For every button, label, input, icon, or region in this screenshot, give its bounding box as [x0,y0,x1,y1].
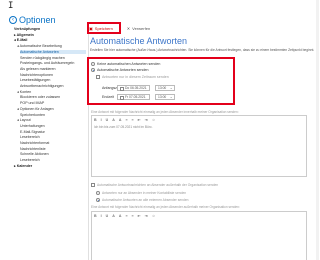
discard-button[interactable]: ✕ Verwerfen [127,26,150,31]
sidebar-item[interactable]: E-Mail-Signatur [20,130,45,134]
format-tool-icon[interactable]: U [106,214,109,218]
format-tool-icon[interactable]: ≡ [132,214,134,218]
contacts-only-label: Antworten nur an Absender in meiner Kont… [102,191,187,195]
sidebar-item[interactable]: Nachrichtenformat [20,141,49,145]
sidebar-item[interactable]: Unterhaltungen [20,124,45,128]
contacts-only-radio[interactable] [96,191,100,195]
sidebar-item[interactable]: Speicherkonten [20,113,45,117]
format-tool-icon[interactable]: ≡ [132,118,134,122]
sidebar-item[interactable]: ▸ Kalender [14,164,32,168]
sidebar-item[interactable]: ◂ Automatische Bearbeitung [17,44,62,48]
close-icon: ✕ [126,26,131,31]
editor-toolbar: B I U A A ≡ ≡ ⇤ ⇥ ☺ [94,118,155,122]
format-tool-icon[interactable]: I [101,118,102,122]
external-replies-label: Automatische Antwortnachrichten an Absen… [97,183,219,187]
text-cursor-icon: I [8,1,14,11]
sidebar-item[interactable]: ◂ E-Mail [14,38,27,42]
toolbar: ▣ Speichern ✕ Verwerfen [89,26,150,31]
internal-reply-hint: Eine Antwort mit folgender Nachricht ein… [91,110,239,114]
sidebar-item[interactable]: ◂ Optionen für Anlagen [17,107,54,111]
sidebar-item[interactable]: Schnelle Aktionen [20,152,49,156]
sidebar-item[interactable]: Lesebereich [20,135,40,139]
discard-label: Verwerfen [132,26,151,31]
sidebar-item[interactable]: Senden rückgängig machen [20,56,65,60]
external-replies-checkbox[interactable] [91,183,95,187]
format-tool-icon[interactable]: ⇤ [138,118,141,122]
sidebar-item[interactable]: Lesebereich [20,158,40,162]
section-title: Automatische Antworten [90,36,188,46]
external-reply-editor[interactable]: B I U A A ≡ ≡ ⇤ ⇥ ☺ [91,211,307,260]
format-tool-icon[interactable]: U [106,118,109,122]
sidebar-item[interactable]: Als gelesen markieren [20,67,56,71]
format-tool-icon[interactable]: ☺ [152,214,156,218]
sidebar-item[interactable]: ▸ Allgemein [14,33,34,37]
section-description: Erstellen Sie hier automatische (Außer-H… [90,48,315,52]
format-tool-icon[interactable]: ≡ [125,214,127,218]
sidebar-nav: Verknüpfungen ▸ Allgemein ◂ E-Mail ◂ Automa… [14,27,89,260]
format-tool-icon[interactable]: I [101,214,102,218]
sidebar-item[interactable]: Blockieren oder zulassen [20,95,60,99]
sidebar-item[interactable]: POP und IMAP [20,101,44,105]
format-tool-icon[interactable]: ☺ [152,118,156,122]
external-reply-hint: Eine Antwort mit folgender Nachricht ein… [91,205,240,209]
format-tool-icon[interactable]: ⇥ [145,214,148,218]
format-tool-icon[interactable]: ⇥ [145,118,148,122]
save-button[interactable]: ▣ Speichern [89,26,113,31]
page-title: Optionen [19,15,56,25]
format-tool-icon[interactable]: ≡ [125,118,127,122]
format-tool-icon[interactable]: A [119,118,122,122]
sidebar-item[interactable]: Nachrichtenliste [20,147,46,151]
format-tool-icon[interactable]: ⇤ [138,214,141,218]
sidebar-item[interactable]: Verknüpfungen [14,27,40,31]
internal-reply-editor[interactable]: B I U A A ≡ ≡ ⇤ ⇥ ☺ Ich bin bis zum 07.05.2021 ni… [91,115,307,177]
sidebar-item[interactable]: Antwortbenachrichtigungen [20,84,64,88]
all-external-radio[interactable] [96,198,100,202]
sidebar-item[interactable]: Lesebestätigungen [20,78,50,82]
floppy-disk-icon: ▣ [89,26,93,31]
highlight-settings-box [87,57,235,105]
save-label: Speichern [94,26,113,31]
sidebar-item[interactable]: Posteingangs- und Aufräumregeln [20,61,74,65]
sidebar-item[interactable]: Automatische Antworten [20,49,86,54]
all-external-label: Automatische Antworten an alle externen … [102,198,189,202]
scrollbar[interactable] [316,0,319,260]
format-tool-icon[interactable]: B [94,214,97,218]
internal-reply-text: Ich bin bis zum 07.05.2021 nicht im Büro… [94,125,153,129]
format-tool-icon[interactable]: A [112,118,115,122]
sidebar-item[interactable]: ◂ Konten [17,90,31,94]
editor-toolbar: B I U A A ≡ ≡ ⇤ ⇥ ☺ [94,214,155,218]
format-tool-icon[interactable]: A [119,214,122,218]
format-tool-icon[interactable]: A [112,214,115,218]
sidebar-item[interactable]: Nachrichtenoptionen [20,73,53,77]
sidebar-item[interactable]: ◂ Layout [17,118,31,122]
back-circle-icon[interactable]: ‹ [9,16,17,24]
format-tool-icon[interactable]: B [94,118,97,122]
options-header[interactable]: ‹ Optionen [9,15,56,25]
